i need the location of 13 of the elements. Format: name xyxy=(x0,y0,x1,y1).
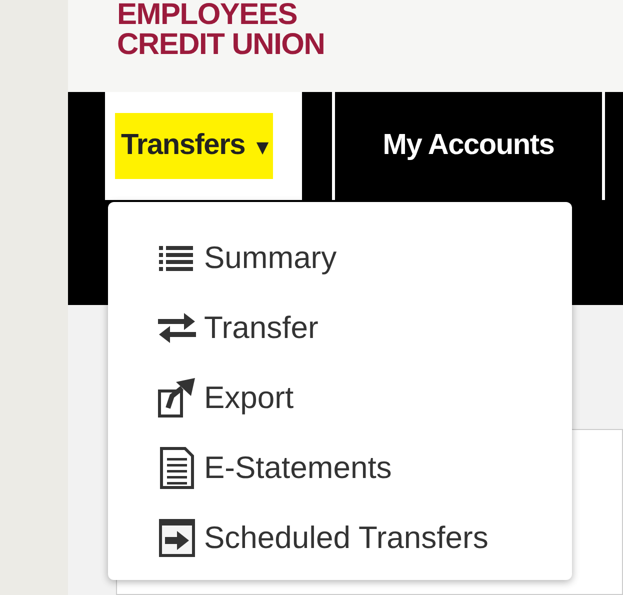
menu-item[interactable]: E-Statements xyxy=(158,444,572,492)
caret-icon: ▾ xyxy=(257,130,268,162)
menu-item[interactable]: Transfer xyxy=(158,304,572,352)
nav-tab[interactable]: Transfers ▾ xyxy=(105,92,302,200)
document-icon xyxy=(160,447,194,489)
swap-arrows-icon xyxy=(158,312,196,344)
export-icon xyxy=(158,378,196,418)
menu-item[interactable]: Scheduled Transfers xyxy=(158,514,572,562)
menu-item[interactable]: Summary xyxy=(158,234,572,282)
logo-text: CREDIT UNION xyxy=(117,30,326,60)
list-icon xyxy=(159,243,195,273)
logo-text: EMPLOYEES xyxy=(117,0,298,30)
menu-item[interactable]: Export xyxy=(158,374,572,422)
